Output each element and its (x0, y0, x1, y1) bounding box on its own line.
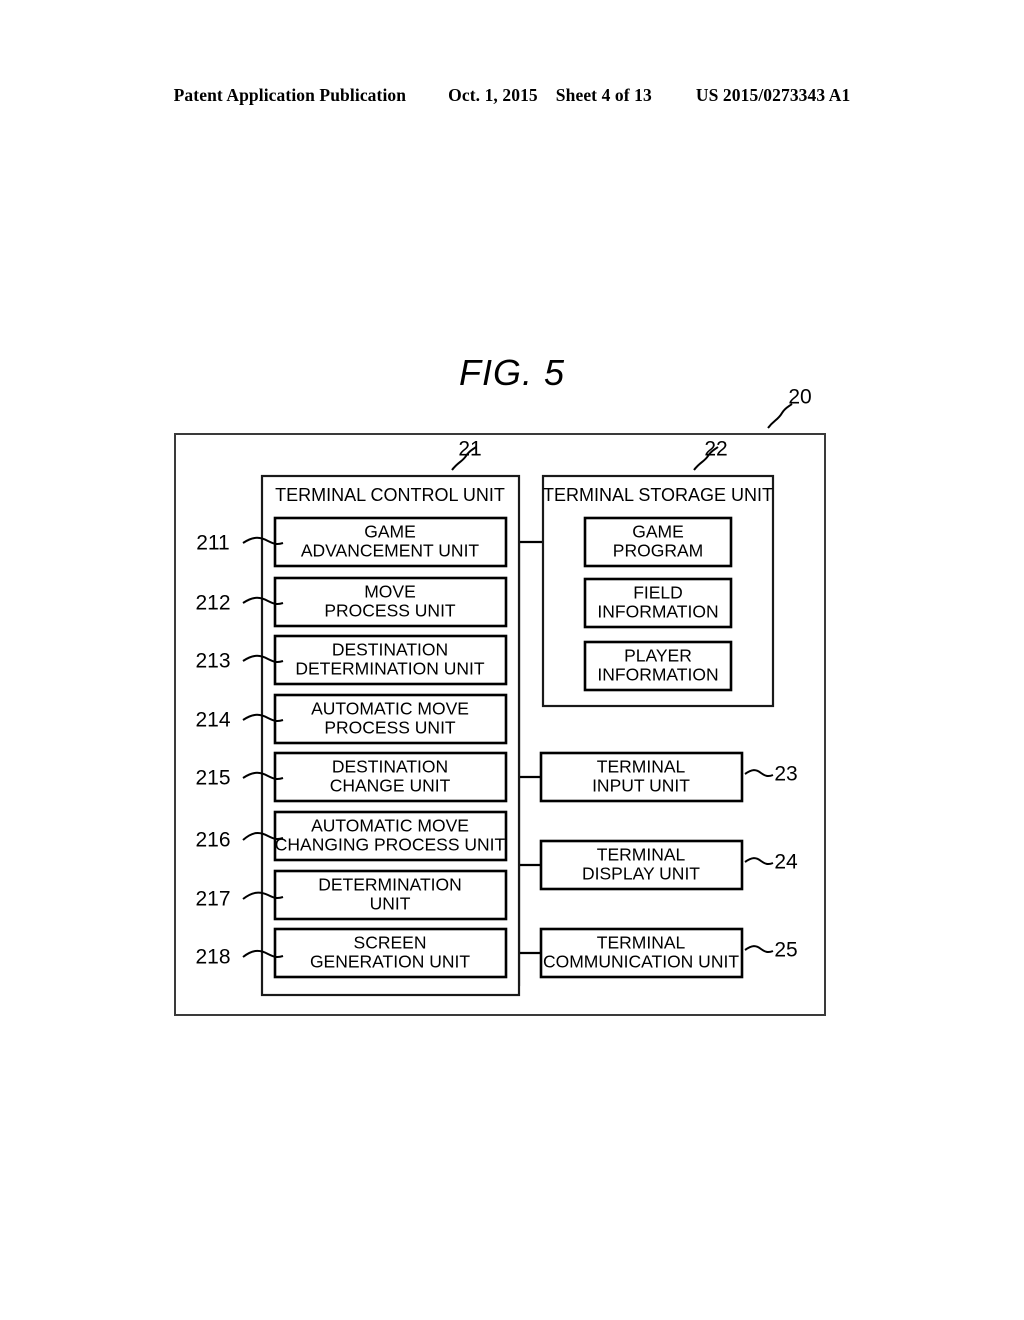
field-information-label-line2: INFORMATION (597, 602, 718, 622)
terminal-storage-unit-title: TERMINAL STORAGE UNIT (543, 485, 773, 505)
ref-numeral-25: 25 (774, 939, 797, 962)
destination-change-unit-label-line1: DESTINATION (332, 757, 448, 777)
automatic-move-changing-process-unit-label-line2: CHANGING PROCESS UNIT (275, 835, 506, 855)
automatic-move-process-unit-label-line2: PROCESS UNIT (324, 718, 456, 738)
screen-generation-unit-label-line1: SCREEN (354, 933, 427, 953)
terminal-communication-unit-label-line2: COMMUNICATION UNIT (543, 952, 739, 972)
ref-numeral-24: 24 (774, 851, 798, 874)
move-process-unit-label-line2: PROCESS UNIT (324, 601, 456, 621)
ref-numeral-211: 211 (196, 532, 229, 555)
terminal-input-unit-label-line1: TERMINAL (597, 757, 686, 777)
game-advancement-unit-label-line1: GAME (364, 522, 416, 542)
destination-change-unit-label-line2: CHANGE UNIT (330, 776, 451, 796)
player-information-label-line1: PLAYER (624, 646, 692, 666)
determination-unit-label-line1: DETERMINATION (318, 875, 462, 895)
game-program-label-line1: GAME (632, 522, 684, 542)
ref-numeral-218: 218 (195, 946, 230, 969)
ref-numeral-217: 217 (195, 888, 230, 911)
determination-unit-label-line2: UNIT (370, 894, 411, 914)
game-advancement-unit-label-line2: ADVANCEMENT UNIT (301, 541, 480, 561)
automatic-move-process-unit-label-line1: AUTOMATIC MOVE (311, 699, 469, 719)
player-information-label-line2: INFORMATION (597, 665, 718, 685)
automatic-move-changing-process-unit-label-line1: AUTOMATIC MOVE (311, 816, 469, 836)
field-information-label-line1: FIELD (633, 583, 683, 603)
ref-numeral-21: 21 (458, 438, 481, 461)
move-process-unit-label-line1: MOVE (364, 582, 416, 602)
terminal-input-unit-label-line2: INPUT UNIT (592, 776, 690, 796)
figure-5-block-diagram: 20 TERMINAL CONTROL UNIT 21 GAME ADVANCE… (174, 386, 826, 1016)
terminal-communication-unit-label-line1: TERMINAL (597, 933, 686, 953)
terminal-display-unit-label-line1: TERMINAL (597, 845, 686, 865)
ref-numeral-215: 215 (195, 767, 230, 790)
game-program-label-line2: PROGRAM (613, 541, 703, 561)
ref-numeral-213: 213 (195, 650, 230, 673)
screen-generation-unit-label-line2: GENERATION UNIT (310, 952, 470, 972)
ref-numeral-212: 212 (195, 592, 230, 615)
destination-determination-unit-label-line2: DETERMINATION UNIT (295, 659, 485, 679)
ref-numeral-20: 20 (788, 386, 811, 409)
terminal-display-unit-label-line2: DISPLAY UNIT (582, 864, 700, 884)
ref-numeral-214: 214 (195, 709, 230, 732)
ref-numeral-22: 22 (704, 438, 727, 461)
ref-numeral-216: 216 (195, 829, 230, 852)
destination-determination-unit-label-line1: DESTINATION (332, 640, 448, 660)
ref-numeral-23: 23 (774, 763, 797, 786)
terminal-control-unit-title: TERMINAL CONTROL UNIT (275, 485, 505, 505)
